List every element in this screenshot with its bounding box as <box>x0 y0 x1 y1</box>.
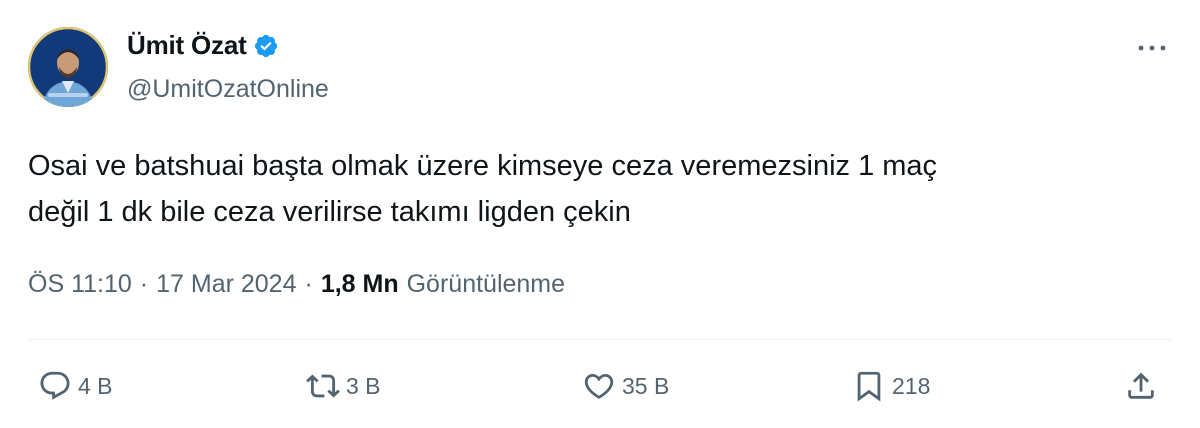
share-button[interactable] <box>1124 366 1158 406</box>
meta-separator: · <box>139 270 149 298</box>
retweet-icon <box>306 374 340 398</box>
author-name-row: Ümit Özat <box>127 30 279 61</box>
tweet-text: Osai ve batshuai başta olmak üzere kimse… <box>28 143 1168 235</box>
share-icon <box>1128 372 1154 399</box>
tweet-text-line: Osai ve batshuai başta olmak üzere kimse… <box>28 150 938 182</box>
views-count[interactable]: 1,8 Mn <box>321 270 399 299</box>
like-icon <box>584 373 614 399</box>
tweet-date[interactable]: 17 Mar 2024 <box>156 270 296 299</box>
bookmark-icon <box>857 371 881 402</box>
avatar[interactable] <box>28 27 108 107</box>
tweet-meta: ÖS 11:10 · 17 Mar 2024 · 1,8 Mn Görüntül… <box>28 270 565 299</box>
like-button[interactable]: 35 B <box>582 366 669 406</box>
like-count: 35 B <box>622 372 670 399</box>
reply-icon <box>40 371 70 400</box>
reply-count: 4 B <box>78 372 113 399</box>
retweet-button[interactable]: 3 B <box>306 366 381 406</box>
meta-separator: · <box>304 270 313 298</box>
divider <box>28 339 1172 340</box>
avatar-photo <box>28 27 108 107</box>
tweet-time[interactable]: ÖS 11:10 <box>28 270 132 299</box>
views-label[interactable]: Görüntülenme <box>407 270 565 299</box>
retweet-count: 3 B <box>346 372 381 399</box>
more-options-icon[interactable] <box>1136 38 1168 58</box>
author-handle[interactable]: @UmitOzatOnline <box>127 75 329 104</box>
reply-button[interactable]: 4 B <box>38 366 113 406</box>
verified-badge-icon[interactable] <box>253 33 279 59</box>
bookmark-count: 218 <box>892 372 931 399</box>
author-display-name[interactable]: Ümit Özat <box>127 30 247 61</box>
bookmark-button[interactable]: 218 <box>852 366 930 406</box>
tweet-text-line: değil 1 dk bile ceza verilirse takımı li… <box>28 196 631 228</box>
